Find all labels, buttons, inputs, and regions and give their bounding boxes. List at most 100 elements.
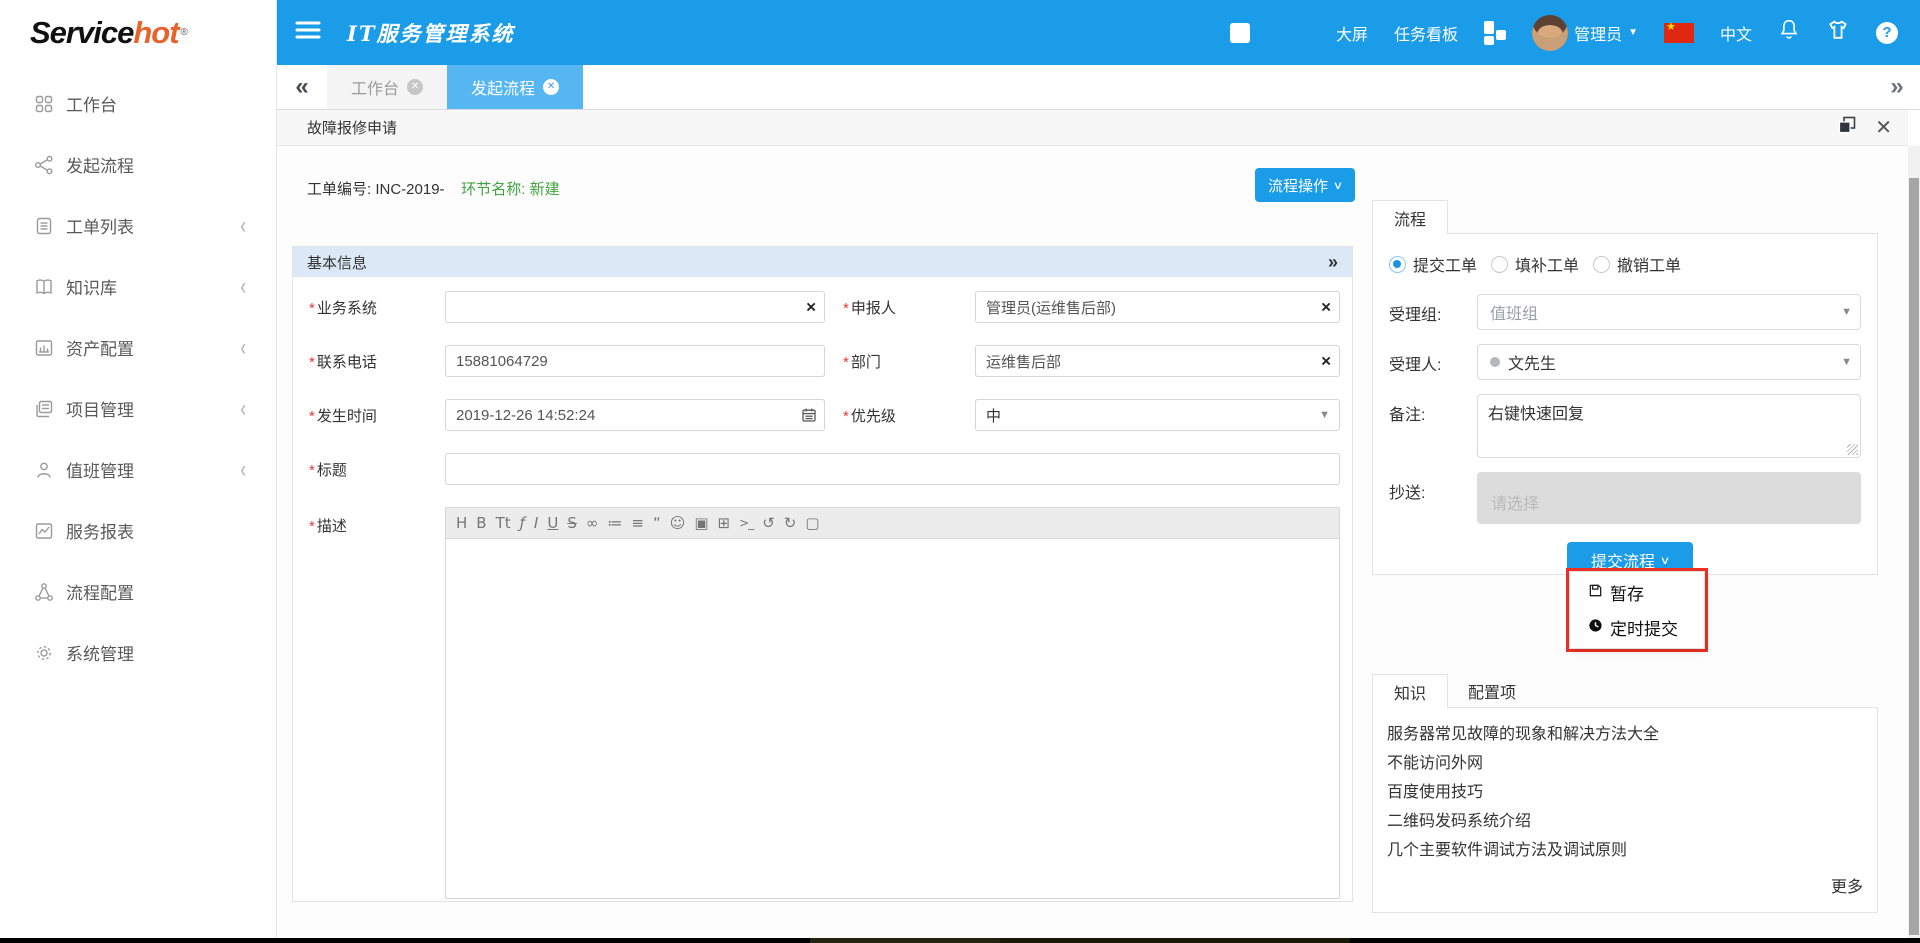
- sidebar-item-workbench[interactable]: 工作台: [0, 73, 276, 134]
- editor-tool-text-height-icon[interactable]: Tt: [496, 514, 511, 532]
- close-page-icon[interactable]: ✕: [1875, 118, 1892, 138]
- accept-person-label: 受理人:: [1389, 344, 1477, 380]
- sidebar-item-process-config[interactable]: 流程配置: [0, 561, 276, 622]
- tab-label: 发起流程: [471, 75, 535, 99]
- more-link[interactable]: 更多: [1387, 873, 1863, 897]
- screen-toggle-icon[interactable]: [1230, 23, 1250, 43]
- knowledge-link[interactable]: 服务器常见故障的现象和解决方法大全: [1387, 720, 1863, 749]
- occur-time-input[interactable]: 2019-12-26 14:52:24: [445, 399, 825, 431]
- radio-revoke-ticket[interactable]: 撤销工单: [1593, 252, 1681, 276]
- theme-shirt-icon[interactable]: [1826, 18, 1850, 47]
- sidebar-item-system-mgmt[interactable]: 系统管理: [0, 622, 276, 683]
- tabs-scroll-right-icon[interactable]: »: [1874, 65, 1920, 109]
- resize-handle[interactable]: [1847, 444, 1858, 455]
- editor-tool-align-icon[interactable]: ≡: [631, 514, 644, 532]
- clear-input-icon[interactable]: ×: [1321, 299, 1331, 316]
- calendar-icon[interactable]: [801, 407, 817, 423]
- editor-tool-heading-icon[interactable]: H: [456, 514, 467, 532]
- tab-workbench[interactable]: 工作台 ✕: [327, 65, 447, 109]
- accept-group-label: 受理组:: [1389, 294, 1477, 330]
- department-input[interactable]: 运维售后部 ×: [975, 345, 1340, 377]
- hamburger-menu-icon[interactable]: [295, 20, 321, 45]
- user-menu[interactable]: 管理员 ▼: [1532, 15, 1638, 51]
- caret-down-icon: ▼: [1319, 409, 1330, 421]
- radio-dot-icon: [1491, 256, 1508, 273]
- tab-config-items[interactable]: 配置项: [1468, 674, 1516, 708]
- sidebar-item-initiate-process[interactable]: 发起流程: [0, 134, 276, 195]
- sidebar-item-duty-mgmt[interactable]: 值班管理 ‹: [0, 439, 276, 500]
- apps-grid-icon[interactable]: [1484, 21, 1506, 45]
- editor-tool-underline-icon[interactable]: U: [547, 514, 558, 532]
- description-editor[interactable]: HB TtƒIUS ∞ ≔ ≡ “ ☺ ▣ ⊞ >_ ↺ ↻ ▢: [445, 507, 1340, 899]
- sidebar-item-service-report[interactable]: 服务报表: [0, 500, 276, 561]
- scrollbar-thumb[interactable]: [1909, 178, 1919, 935]
- editor-tool-list-icon[interactable]: ≔: [607, 514, 622, 532]
- editor-tool-bold-icon[interactable]: B: [476, 514, 486, 532]
- help-icon[interactable]: ?: [1876, 22, 1898, 44]
- accept-group-select[interactable]: 值班组 ▼: [1477, 294, 1861, 330]
- radio-submit-ticket[interactable]: 提交工单: [1389, 252, 1477, 276]
- editor-tool-quote-icon[interactable]: “: [653, 514, 661, 532]
- tab-knowledge[interactable]: 知识: [1372, 674, 1448, 708]
- main-content: 工单编号: INC-2019- 环节名称: 新建 流程操作 ∨ 基本信息 » *…: [277, 146, 1908, 938]
- priority-label: *优先级: [825, 405, 975, 426]
- chevron-down-icon: ∨: [1333, 179, 1343, 192]
- tab-process[interactable]: 流程: [1372, 200, 1448, 234]
- knowledge-link[interactable]: 百度使用技巧: [1387, 778, 1863, 807]
- editor-tool-italic-icon[interactable]: I: [534, 514, 538, 532]
- radio-refill-ticket[interactable]: 填补工单: [1491, 252, 1579, 276]
- editor-tool-link-icon[interactable]: ∞: [586, 514, 599, 532]
- department-label: *部门: [825, 351, 975, 372]
- menu-item-label: 定时提交: [1610, 615, 1678, 640]
- task-board-link[interactable]: 任务看板: [1394, 21, 1458, 45]
- bell-icon[interactable]: [1778, 18, 1800, 47]
- tab-initiate-process[interactable]: 发起流程 ✕: [447, 65, 583, 109]
- page-title: 故障报修申请: [307, 117, 397, 138]
- chevron-left-icon: ‹: [240, 334, 246, 362]
- knowledge-link[interactable]: 几个主要软件调试方法及调试原则: [1387, 836, 1863, 865]
- editor-tool-function-italic-icon[interactable]: ƒ: [520, 514, 525, 532]
- tabs-scroll-left-icon[interactable]: «: [277, 65, 327, 109]
- knowledge-link[interactable]: 二维码发码系统介绍: [1387, 807, 1863, 836]
- phone-input[interactable]: 15881064729: [445, 345, 825, 377]
- sidebar-item-asset-config[interactable]: 资产配置 ‹: [0, 317, 276, 378]
- business-system-input[interactable]: ×: [445, 291, 825, 323]
- language-selector[interactable]: 中文: [1720, 21, 1752, 45]
- menu-item-timed-submit[interactable]: 定时提交: [1570, 610, 1704, 645]
- remark-textarea[interactable]: 右键快速回复: [1477, 394, 1861, 458]
- editor-tool-fullscreen-icon[interactable]: ▢: [805, 514, 819, 532]
- reporter-input[interactable]: 管理员(运维售后部) ×: [975, 291, 1340, 323]
- close-tab-icon[interactable]: ✕: [407, 79, 423, 95]
- editor-tool-table-icon[interactable]: ⊞: [718, 514, 731, 532]
- accept-person-select[interactable]: 文先生 ▼: [1477, 344, 1861, 380]
- scrollbar-track[interactable]: [1908, 146, 1920, 943]
- user-icon: [34, 460, 54, 480]
- priority-value: 中: [986, 405, 1001, 426]
- editor-tool-redo-icon[interactable]: ↻: [784, 514, 797, 532]
- avatar[interactable]: [1532, 15, 1568, 51]
- clear-input-icon[interactable]: ×: [1321, 353, 1331, 370]
- occur-time-label: *发生时间: [309, 405, 445, 426]
- close-tab-icon[interactable]: ✕: [543, 79, 559, 95]
- editor-tool-code-icon[interactable]: >_: [739, 516, 753, 530]
- editor-content-area[interactable]: [446, 539, 1339, 898]
- dashboard-icon: [34, 94, 54, 114]
- restore-window-icon[interactable]: [1837, 115, 1857, 140]
- annotation-highlight-box: 暂存 定时提交: [1566, 568, 1708, 652]
- editor-tool-undo-icon[interactable]: ↺: [762, 514, 775, 532]
- process-actions-button[interactable]: 流程操作 ∨: [1255, 168, 1355, 202]
- priority-select[interactable]: 中 ▼: [975, 399, 1340, 431]
- clear-input-icon[interactable]: ×: [806, 299, 816, 316]
- gear-icon: [34, 643, 54, 663]
- title-input[interactable]: [445, 453, 1340, 485]
- collapse-section-icon[interactable]: »: [1328, 252, 1338, 273]
- sidebar-item-knowledge-base[interactable]: 知识库 ‹: [0, 256, 276, 317]
- big-screen-link[interactable]: 大屏: [1336, 21, 1368, 45]
- sidebar-item-ticket-list[interactable]: 工单列表 ‹: [0, 195, 276, 256]
- editor-tool-emoji-icon[interactable]: ☺: [670, 514, 686, 532]
- sidebar-item-project-mgmt[interactable]: 项目管理 ‹: [0, 378, 276, 439]
- menu-item-temp-save[interactable]: 暂存: [1570, 575, 1704, 610]
- knowledge-link[interactable]: 不能访问外网: [1387, 749, 1863, 778]
- editor-tool-image-icon[interactable]: ▣: [694, 514, 708, 532]
- editor-tool-strikethrough-icon[interactable]: S: [567, 514, 577, 532]
